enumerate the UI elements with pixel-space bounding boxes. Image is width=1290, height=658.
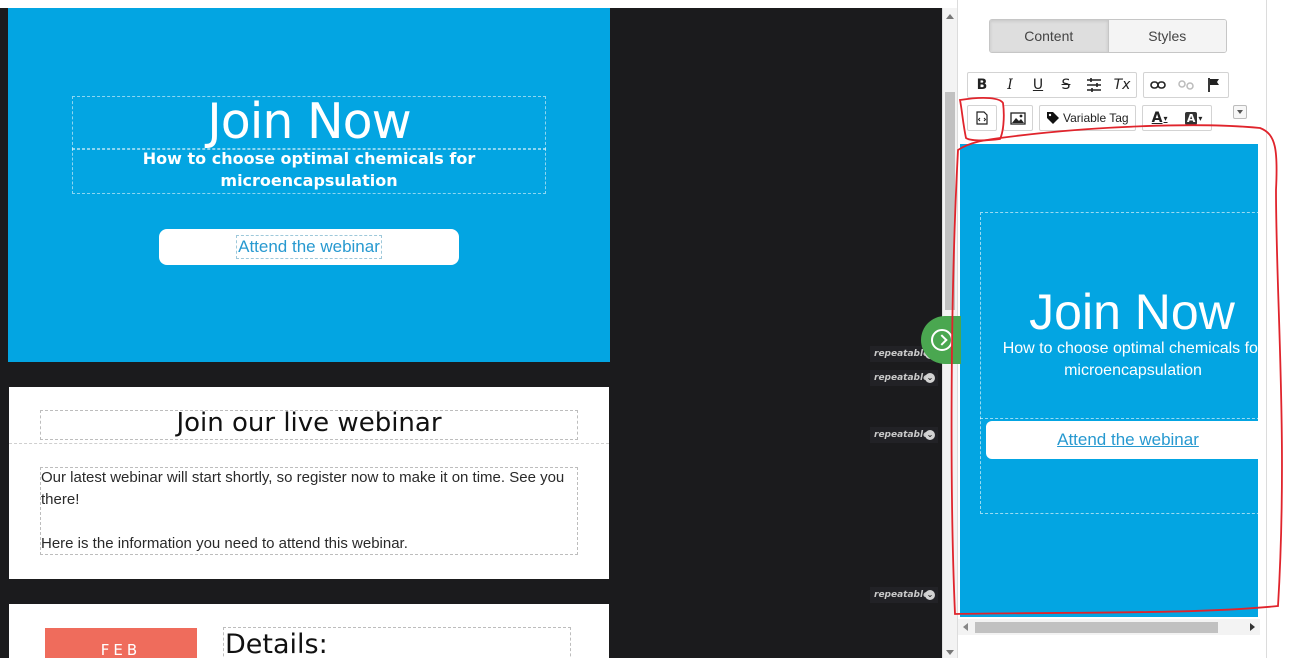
scroll-right-arrow-icon[interactable] bbox=[1250, 623, 1255, 631]
webinar-intro-section[interactable]: Join our live webinar Our latest webinar… bbox=[9, 387, 609, 579]
background-color-button[interactable]: A ▾ bbox=[1177, 106, 1211, 130]
underline-button[interactable]: U bbox=[1024, 73, 1052, 97]
source-code-button[interactable] bbox=[968, 106, 996, 130]
caret-down-icon: ▾ bbox=[1198, 113, 1203, 123]
chevron-down-icon: ⌄ bbox=[925, 590, 935, 600]
repeatable-tag[interactable]: repeatable⌄ bbox=[870, 370, 938, 386]
tab-content[interactable]: Content bbox=[990, 20, 1109, 52]
preview-attend-label: Attend the webinar bbox=[1057, 430, 1199, 449]
scroll-thumb[interactable] bbox=[945, 92, 955, 310]
repeatable-label: repeatable bbox=[874, 349, 930, 359]
panel-tabs: Content Styles bbox=[989, 19, 1227, 53]
scroll-down-arrow-icon[interactable] bbox=[946, 650, 954, 655]
hero-section[interactable]: Join Now How to choose optimal chemicals… bbox=[8, 8, 610, 362]
properties-panel: Content Styles B I U S Tx Variable Tag A… bbox=[957, 0, 1267, 658]
variable-tag-group: Variable Tag bbox=[1039, 105, 1136, 131]
repeatable-label: repeatable bbox=[874, 590, 930, 600]
clear-format-button[interactable]: Tx bbox=[1108, 73, 1136, 97]
chevron-down-icon: ⌄ bbox=[925, 373, 935, 383]
flag-icon bbox=[1208, 78, 1219, 92]
block-preview[interactable]: Join Now How to choose optimal chemicals… bbox=[960, 144, 1258, 617]
source-group bbox=[967, 105, 997, 131]
unlink-button[interactable] bbox=[1172, 73, 1200, 97]
hero-title[interactable]: Join Now bbox=[72, 90, 546, 154]
link-group bbox=[1143, 72, 1229, 98]
italic-button[interactable]: I bbox=[996, 73, 1024, 97]
chevron-right-circle-icon bbox=[931, 329, 953, 351]
toolbar-row-2: Variable Tag A ▾ A ▾ bbox=[967, 105, 1218, 131]
scroll-left-arrow-icon[interactable] bbox=[963, 623, 968, 631]
caret-down-icon: ▾ bbox=[1163, 113, 1168, 123]
hero-subtitle[interactable]: How to choose optimal chemicals for micr… bbox=[72, 148, 546, 192]
toolbar-expand-button[interactable] bbox=[1233, 105, 1247, 119]
image-icon bbox=[1010, 111, 1026, 125]
attend-webinar-label: Attend the webinar bbox=[236, 235, 382, 259]
date-badge-month: FEB bbox=[45, 628, 197, 658]
section-divider bbox=[9, 443, 609, 444]
insert-image-button[interactable] bbox=[1004, 106, 1032, 130]
repeatable-tag[interactable]: repeatable⌄ bbox=[870, 587, 938, 603]
horizontal-scroll-thumb[interactable] bbox=[975, 622, 1218, 633]
tag-icon bbox=[1047, 112, 1059, 124]
link-icon bbox=[1150, 81, 1166, 89]
anchor-flag-button[interactable] bbox=[1200, 73, 1228, 97]
preview-divider bbox=[980, 418, 1258, 419]
tab-styles[interactable]: Styles bbox=[1108, 20, 1226, 52]
text-format-group: B I U S Tx bbox=[967, 72, 1137, 98]
repeatable-tag[interactable]: repeatable⌄ bbox=[870, 427, 938, 443]
preview-attend-button[interactable]: Attend the webinar bbox=[986, 421, 1258, 459]
email-canvas: Join Now How to choose optimal chemicals… bbox=[0, 8, 942, 658]
font-color-label: A bbox=[1151, 110, 1163, 126]
preview-horizontal-scrollbar[interactable] bbox=[958, 619, 1260, 635]
webinar-paragraph-1: Our latest webinar will start shortly, s… bbox=[41, 469, 565, 508]
variable-tag-button[interactable]: Variable Tag bbox=[1040, 106, 1135, 130]
preview-subtitle[interactable]: How to choose optimal chemicals for micr… bbox=[988, 338, 1258, 382]
strikethrough-button[interactable]: S bbox=[1052, 73, 1080, 97]
toolbar-row-1: B I U S Tx bbox=[967, 72, 1235, 98]
repeatable-label: repeatable bbox=[874, 430, 930, 440]
source-code-icon bbox=[976, 111, 988, 125]
panel-toggle-button[interactable] bbox=[921, 316, 961, 364]
image-group bbox=[1003, 105, 1033, 131]
color-group: A ▾ A ▾ bbox=[1141, 105, 1212, 131]
font-color-button[interactable]: A ▾ bbox=[1143, 106, 1177, 130]
clear-format-label: Tx bbox=[1113, 77, 1131, 93]
scroll-up-arrow-icon[interactable] bbox=[946, 14, 954, 19]
unlink-icon bbox=[1178, 80, 1194, 90]
chevron-down-icon: ⌄ bbox=[925, 430, 935, 440]
preview-title[interactable]: Join Now bbox=[980, 284, 1258, 340]
text-align-button[interactable] bbox=[1080, 73, 1108, 97]
bold-button[interactable]: B bbox=[968, 73, 996, 97]
variable-tag-label: Variable Tag bbox=[1063, 111, 1129, 125]
repeatable-label: repeatable bbox=[874, 373, 930, 383]
text-align-icon bbox=[1087, 78, 1101, 92]
background-color-label: A bbox=[1184, 111, 1198, 125]
details-section[interactable]: FEB Details: bbox=[9, 604, 609, 658]
webinar-heading[interactable]: Join our live webinar bbox=[40, 405, 578, 441]
link-button[interactable] bbox=[1144, 73, 1172, 97]
webinar-paragraph-2: Here is the information you need to atte… bbox=[41, 535, 408, 552]
attend-webinar-button[interactable]: Attend the webinar bbox=[159, 229, 459, 265]
details-heading[interactable]: Details: bbox=[225, 628, 328, 658]
webinar-body-text[interactable]: Our latest webinar will start shortly, s… bbox=[41, 467, 577, 555]
